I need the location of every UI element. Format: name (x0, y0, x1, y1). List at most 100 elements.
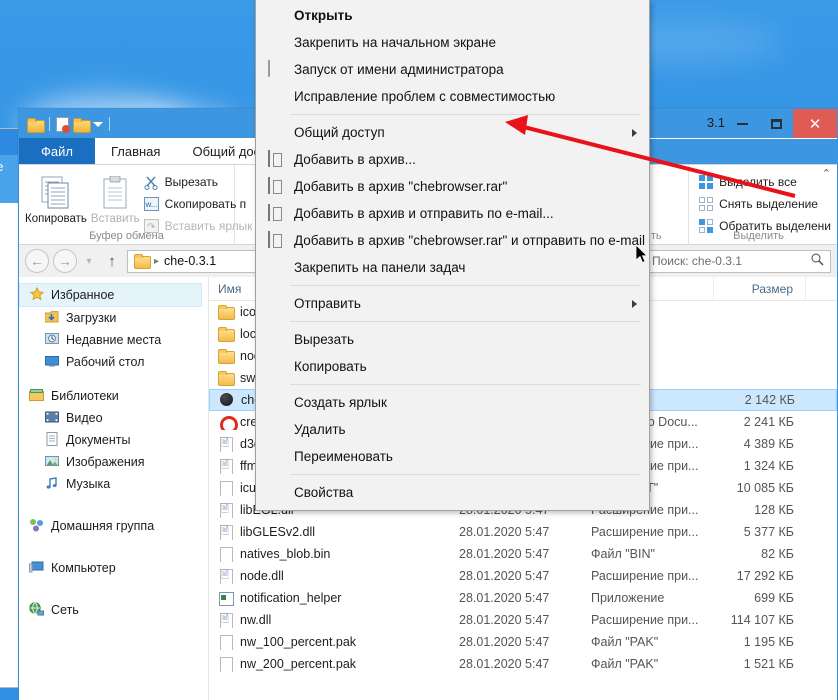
minimize-button[interactable] (725, 109, 759, 139)
file-name-cell[interactable]: nw.dll (209, 612, 459, 628)
divider (49, 117, 50, 131)
table-row[interactable]: nw_100_percent.pak 28.01.2020 5:47 Файл "P… (209, 631, 837, 653)
file-size-cell: 10 085 КБ (736, 481, 794, 495)
mouse-cursor (636, 245, 648, 264)
file-name-cell[interactable]: nw_200_percent.pak (209, 656, 459, 672)
table-row[interactable]: node.dll 28.01.2020 5:47 Расширение при...… (209, 565, 837, 587)
search-icon[interactable] (811, 253, 824, 269)
pictures-icon (45, 454, 59, 471)
up-button[interactable]: ↑ (101, 253, 123, 270)
select-none-label: Снять выделение (719, 197, 818, 211)
breadcrumb-path[interactable]: che-0.3.1 (164, 254, 216, 268)
sidebar-item-recent-places[interactable]: Недавние места (19, 329, 208, 351)
sidebar-item-computer[interactable]: Компьютер (19, 557, 208, 579)
context-menu-item[interactable]: Удалить (256, 416, 649, 443)
paste-button[interactable]: Вставить (91, 169, 140, 236)
context-menu-item[interactable]: Закрепить на панели задач (256, 254, 649, 281)
new-folder-icon[interactable] (73, 117, 91, 133)
file-size-cell: 1 521 КБ (743, 657, 794, 671)
context-menu-item[interactable]: Открыть (256, 2, 649, 29)
file-name-cell[interactable]: notification_helper (209, 590, 459, 606)
forward-button[interactable]: → (53, 249, 77, 273)
menu-separator (290, 321, 641, 322)
paste-icon (91, 173, 140, 213)
dll-icon (218, 436, 233, 452)
context-menu-item[interactable]: Добавить в архив... (256, 146, 649, 173)
context-menu-item[interactable]: Вырезать (256, 326, 649, 353)
table-row[interactable]: natives_blob.bin 28.01.2020 5:47 Файл "BIN… (209, 543, 837, 565)
search-input[interactable]: Поиск: che-0.3.1 (645, 249, 831, 273)
context-menu-item[interactable]: Закрепить на начальном экране (256, 29, 649, 56)
sidebar-item-downloads[interactable]: Загрузки (19, 307, 208, 329)
documents-icon (45, 431, 59, 449)
quick-access-toolbar[interactable] (27, 116, 112, 133)
context-menu-item[interactable]: Добавить в архив и отправить по e-mail..… (256, 200, 649, 227)
folder-icon[interactable] (27, 117, 45, 133)
sidebar-item-libraries[interactable]: Библиотеки (19, 385, 208, 407)
file-name-cell[interactable]: node.dll (209, 568, 459, 584)
sidebar-item-label: Библиотеки (51, 389, 119, 403)
file-name-cell[interactable]: nw_100_percent.pak (209, 634, 459, 650)
select-all-label: Выделить все (719, 175, 797, 189)
context-menu-item[interactable]: Копировать (256, 353, 649, 380)
context-menu-item[interactable]: Переименовать (256, 443, 649, 470)
context-menu-item[interactable]: Создать ярлык (256, 389, 649, 416)
winrar-icon (268, 150, 285, 168)
column-header-size[interactable]: Размер (714, 276, 806, 301)
ribbon-group-clipboard: Копировать Вставить Вырезать w... Скопир… (19, 165, 253, 245)
context-menu-item-label: Копировать (294, 359, 367, 374)
file-size-cell: 128 КБ (754, 503, 794, 517)
sidebar-item-favorites[interactable]: Избранное (19, 283, 202, 307)
table-row[interactable]: nw_200_percent.pak 28.01.2020 5:47 Файл "P… (209, 653, 837, 675)
properties-icon[interactable] (56, 116, 70, 133)
homegroup-icon (29, 518, 44, 535)
table-row[interactable]: nw.dll 28.01.2020 5:47 Расширение при... 11… (209, 609, 837, 631)
tab-home[interactable]: Главная (94, 138, 177, 164)
sidebar-item-desktop[interactable]: Рабочий стол (19, 351, 208, 373)
sidebar-item-network[interactable]: Сеть (19, 599, 208, 621)
window-controls[interactable]: ✕ (725, 109, 837, 139)
context-menu-item[interactable]: Отправить (256, 290, 649, 317)
file-name-label: nw_100_percent.pak (240, 635, 357, 649)
clipboard-group-label: Буфер обмена (89, 230, 164, 242)
context-menu-item[interactable]: Общий доступ (256, 119, 649, 146)
context-menu-item[interactable]: Свойства (256, 479, 649, 506)
context-menu-item[interactable]: Запуск от имени администратора (256, 56, 649, 83)
table-row[interactable]: notification_helper 28.01.2020 5:47 Прилож… (209, 587, 837, 609)
table-row[interactable]: libGLESv2.dll 28.01.2020 5:47 Расширение п… (209, 521, 837, 543)
sidebar-item-label: Загрузки (66, 311, 117, 325)
sidebar-item-video[interactable]: Видео (19, 407, 208, 429)
navigation-pane[interactable]: Избранное Загрузки Недавние места Рабочи… (19, 277, 209, 700)
chevron-down-icon[interactable] (93, 121, 103, 127)
winrar-icon (268, 177, 285, 195)
sidebar-item-homegroup[interactable]: Домашняя группа (19, 515, 208, 537)
context-menu-item-label: Добавить в архив и отправить по e-mail..… (294, 206, 554, 221)
context-menu[interactable]: Открыть Закрепить на начальном экране Запу… (255, 0, 650, 511)
select-all-button[interactable]: Выделить все (699, 172, 831, 192)
file-type-cell: Расширение при... (591, 525, 699, 539)
sidebar-item-music[interactable]: Музыка (19, 473, 208, 495)
history-dropdown-icon[interactable]: ▾ (81, 256, 97, 267)
tab-file[interactable]: Файл (19, 138, 95, 164)
context-menu-item[interactable]: Добавить в архив "chebrowser.rar" (256, 173, 649, 200)
winrar-icon (268, 231, 285, 249)
copy-button[interactable]: Копировать (25, 169, 87, 236)
maximize-button[interactable] (759, 109, 793, 139)
close-button[interactable]: ✕ (793, 109, 837, 139)
back-button[interactable]: ← (25, 249, 49, 273)
file-type-cell: Файл "PAK" (591, 635, 659, 649)
file-name-cell[interactable]: natives_blob.bin (209, 546, 459, 562)
sidebar-item-documents[interactable]: Документы (19, 429, 208, 451)
context-menu-item[interactable]: Исправление проблем с совместимостью (256, 83, 649, 110)
file-name-label: libGLESv2.dll (240, 525, 316, 539)
file-icon (218, 546, 233, 562)
downloads-icon (44, 310, 59, 327)
sidebar-item-pictures[interactable]: Изображения (19, 451, 208, 473)
context-menu-item[interactable]: Добавить в архив "chebrowser.rar" и отпр… (256, 227, 649, 254)
file-name-cell[interactable]: libGLESv2.dll (209, 524, 459, 540)
select-none-button[interactable]: Снять выделение (699, 194, 831, 214)
file-date-cell: 28.01.2020 5:47 (459, 569, 550, 583)
breadcrumb-separator: ▸ (154, 255, 160, 267)
